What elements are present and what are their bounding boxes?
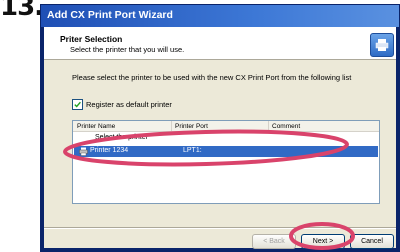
cancel-button[interactable]: Cancel [350, 234, 394, 249]
wizard-client-area: Priter Selection Select the printer that… [44, 27, 396, 249]
window-title: Add CX Print Port Wizard [47, 9, 173, 21]
footer-divider [44, 227, 396, 229]
printer-port-cell: LPT1: [183, 147, 202, 154]
wizard-window: Add CX Print Port Wizard Priter Selectio… [40, 4, 400, 252]
title-bar: Add CX Print Port Wizard [41, 5, 399, 27]
step-number: 13. [0, 0, 44, 22]
next-button[interactable]: Next > [301, 234, 345, 249]
default-printer-checkbox[interactable] [72, 99, 83, 110]
printer-row-selected[interactable]: Printer 1234 LPT1: [74, 146, 378, 157]
printer-name-cell: Printer 1234 [90, 147, 129, 154]
column-header-printer-name[interactable]: Printer Name [73, 121, 171, 132]
back-button[interactable]: < Back [252, 234, 296, 249]
default-printer-label[interactable]: Register as default printer [86, 100, 172, 109]
column-header-comment[interactable]: Comment [268, 121, 379, 132]
instruction-text: Please select the printer to be used wit… [72, 73, 352, 82]
wizard-printer-icon [370, 33, 394, 57]
wizard-header: Priter Selection Select the printer that… [44, 27, 396, 60]
column-header-printer-port[interactable]: Printer Port [171, 121, 268, 132]
list-placeholder-row[interactable]: Select the printer [95, 134, 148, 141]
page-title: Priter Selection [60, 34, 123, 44]
printer-list[interactable]: Printer Name Printer Port Comment Select… [72, 120, 380, 204]
printer-icon [79, 147, 88, 156]
page-subtitle: Select the printer that you will use. [70, 45, 185, 54]
